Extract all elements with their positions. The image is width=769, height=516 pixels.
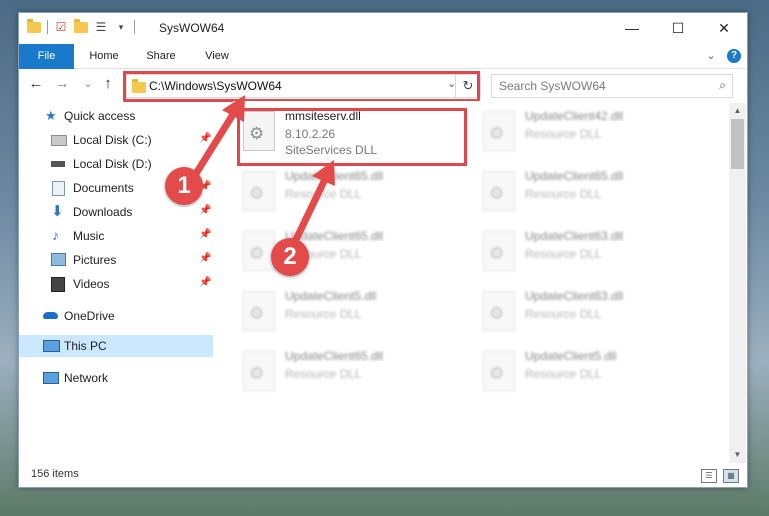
- step-1-callout: 1: [165, 167, 203, 205]
- arrow-1-shaft: [193, 104, 241, 176]
- tutorial-arrows: [193, 95, 335, 252]
- arrow-2-shaft: [288, 171, 331, 252]
- step-2-callout: 2: [271, 238, 309, 276]
